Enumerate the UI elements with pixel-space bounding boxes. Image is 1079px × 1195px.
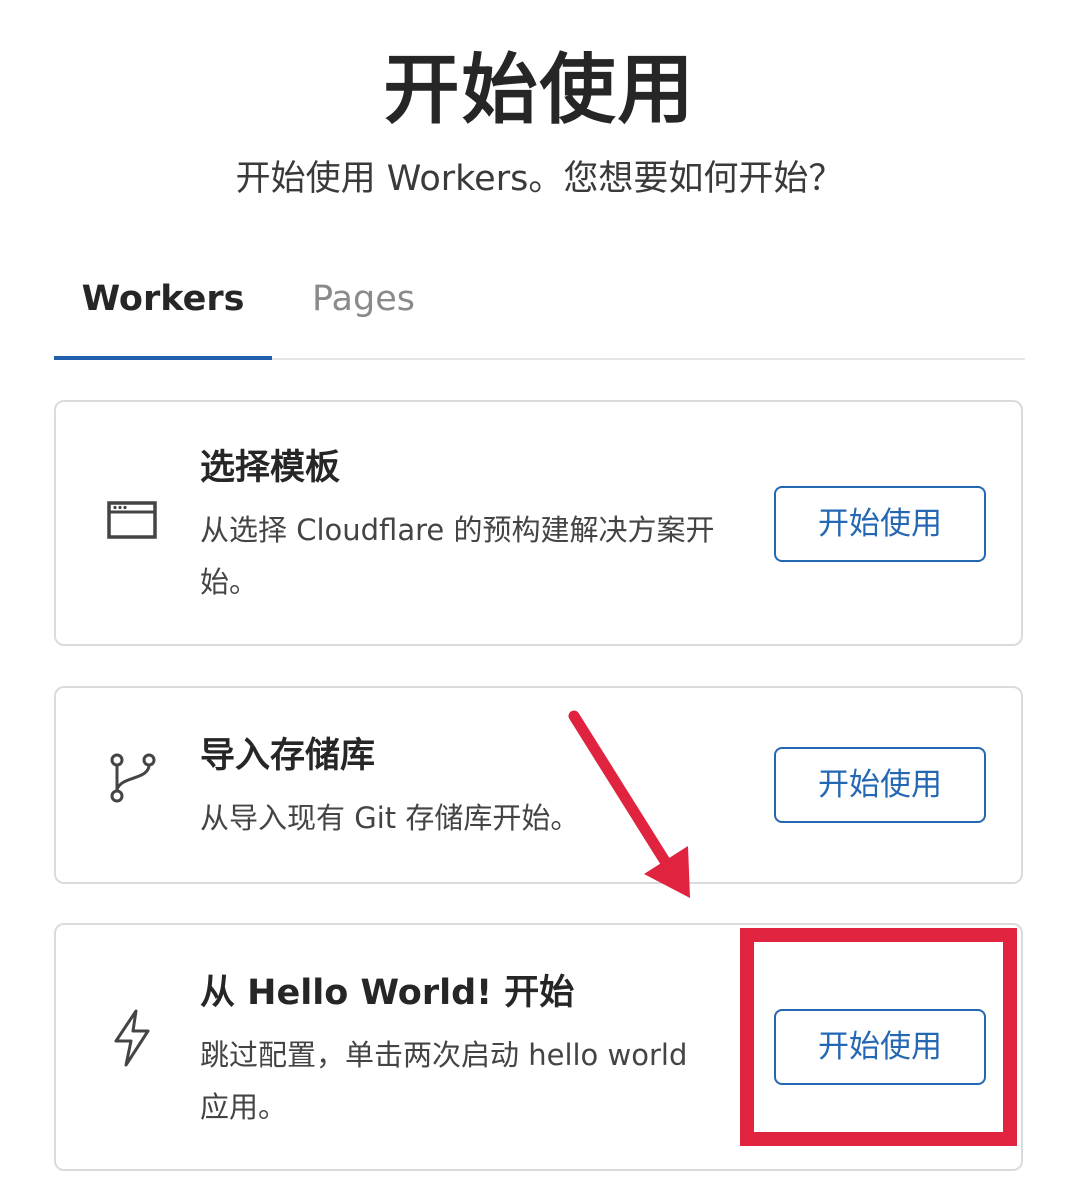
- card-description: 从导入现有 Git 存储库开始。: [200, 801, 580, 835]
- card-import-repository: 导入存储库 从导入现有 Git 存储库开始。 开始使用: [54, 686, 1023, 884]
- tab-workers[interactable]: Workers: [54, 262, 272, 360]
- browser-window-icon: [106, 490, 160, 550]
- tab-pages[interactable]: Pages: [312, 262, 415, 358]
- card-description: 从选择 Cloudflare 的预构建解决方案开始。: [200, 513, 715, 599]
- card-title: 选择模板: [200, 448, 341, 488]
- card-title: 从 Hello World! 开始: [200, 973, 575, 1013]
- start-import-button[interactable]: 开始使用: [774, 747, 986, 823]
- card-select-template: 选择模板 从选择 Cloudflare 的预构建解决方案开始。 开始使用: [54, 400, 1023, 646]
- card-title: 导入存储库: [200, 736, 376, 776]
- git-branch-icon: [106, 750, 160, 810]
- page-subtitle: 开始使用 Workers。您想要如何开始？: [235, 159, 844, 199]
- start-hello-world-button[interactable]: 开始使用: [774, 1009, 986, 1085]
- page-title: 开始使用: [383, 45, 696, 134]
- lightning-bolt-icon: [106, 1007, 160, 1067]
- tab-bar: Workers Pages: [54, 262, 1025, 360]
- card-description: 跳过配置，单击两次启动 hello world 应用。: [200, 1038, 688, 1124]
- start-template-button[interactable]: 开始使用: [774, 486, 986, 562]
- card-hello-world: 从 Hello World! 开始 跳过配置，单击两次启动 hello worl…: [54, 923, 1023, 1171]
